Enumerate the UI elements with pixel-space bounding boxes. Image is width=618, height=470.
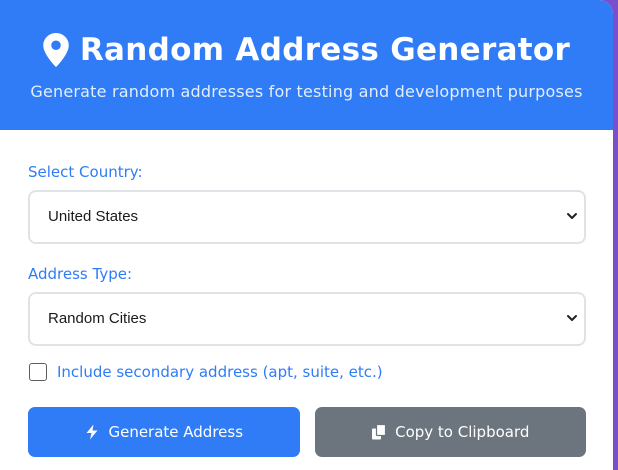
- chevron-down-icon: [567, 213, 577, 219]
- address-type-label: Address Type:: [28, 265, 133, 283]
- header: Random Address Generator Generate random…: [0, 0, 613, 130]
- bolt-icon: [86, 424, 98, 440]
- generate-address-label: Generate Address: [108, 423, 244, 441]
- copy-to-clipboard-button[interactable]: Copy to Clipboard: [314, 407, 586, 457]
- country-select-value: United States: [48, 208, 139, 225]
- page-title-text: Random Address Generator: [79, 32, 571, 68]
- page-subtitle: Generate random addresses for testing an…: [30, 82, 583, 101]
- form: Select Country: United States Address Ty…: [0, 130, 613, 457]
- copy-icon: [372, 424, 387, 440]
- chevron-down-icon: [567, 315, 577, 321]
- copy-to-clipboard-label: Copy to Clipboard: [395, 423, 530, 441]
- country-select[interactable]: United States: [28, 190, 586, 244]
- address-type-select-value: Random Cities: [48, 310, 147, 327]
- secondary-address-label[interactable]: Include secondary address (apt, suite, e…: [57, 363, 383, 381]
- address-type-select[interactable]: Random Cities: [28, 292, 586, 346]
- generate-address-button[interactable]: Generate Address: [28, 407, 300, 457]
- secondary-address-option: Include secondary address (apt, suite, e…: [28, 361, 586, 383]
- generator-card: Random Address Generator Generate random…: [0, 0, 613, 470]
- action-buttons: Generate Address Copy to Clipboard: [28, 407, 586, 457]
- secondary-address-checkbox[interactable]: [29, 363, 47, 381]
- country-label: Select Country:: [28, 163, 143, 181]
- page-title: Random Address Generator: [0, 30, 613, 70]
- map-pin-icon: [43, 33, 69, 67]
